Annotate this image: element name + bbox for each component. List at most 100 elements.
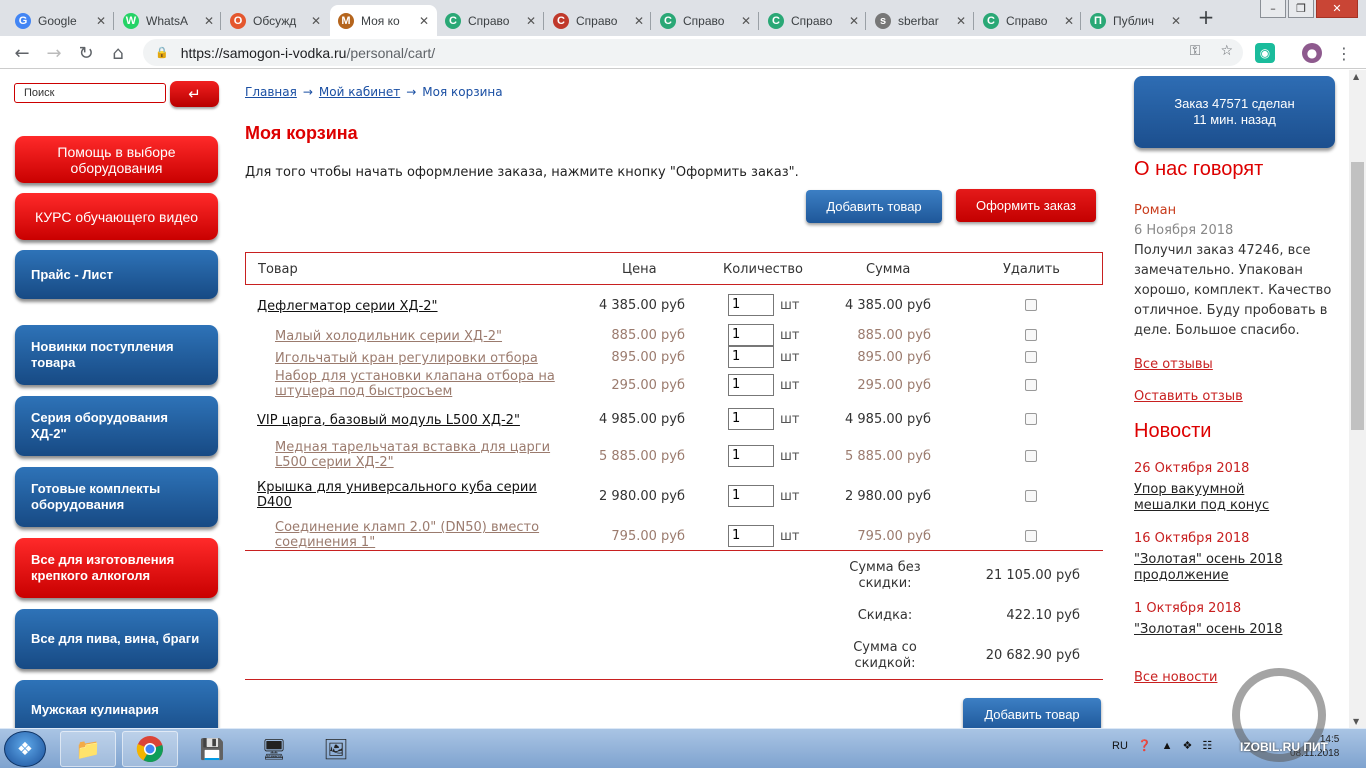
left-menu-item[interactable]: Готовые комплекты оборудования (15, 467, 218, 527)
new-tab-button[interactable]: + (1196, 7, 1216, 27)
help-icon[interactable]: ❓ (1138, 739, 1152, 752)
left-menu-item[interactable]: КУРС обучающего видео (15, 193, 218, 240)
tab-close-icon[interactable]: ✕ (419, 14, 429, 28)
scroll-down-arrow-icon[interactable]: ▼ (1353, 717, 1359, 726)
tab-close-icon[interactable]: ✕ (634, 14, 644, 28)
quantity-input[interactable]: 1 (728, 294, 774, 316)
quantity-input[interactable]: 1 (728, 346, 774, 368)
address-bar[interactable]: 🔒 https://samogon-i-vodka.ru/personal/ca… (143, 39, 1243, 66)
maximize-button[interactable]: ❐ (1288, 0, 1314, 18)
search-input[interactable]: Поиск (14, 83, 166, 103)
news-title-link[interactable]: Упор вакуумной мешалки под конус (1134, 482, 1284, 514)
cart-item-link[interactable]: Набор для установки клапана отбора на шт… (275, 369, 567, 399)
browser-tab[interactable]: W WhatsA ✕ (115, 5, 222, 36)
reviews-heading: О нас говорят (1134, 158, 1264, 180)
quantity-input[interactable]: 1 (728, 374, 774, 396)
browser-tab[interactable]: С Справо ✕ (437, 5, 544, 36)
browser-tab[interactable]: П Публич ✕ (1082, 5, 1189, 36)
tab-close-icon[interactable]: ✕ (956, 14, 966, 28)
delete-checkbox[interactable] (1025, 299, 1037, 311)
delete-checkbox[interactable] (1025, 351, 1037, 363)
page-scrollbar[interactable]: ▲ ▼ (1349, 70, 1366, 728)
left-menu-item[interactable]: Все для пива, вина, браги (15, 609, 218, 669)
save-app-taskbar-icon[interactable]: 💾 (184, 731, 240, 767)
cart-item-link[interactable]: Игольчатый кран регулировки отбора (275, 351, 567, 366)
tab-close-icon[interactable]: ✕ (741, 14, 751, 28)
browser-tab[interactable]: С Справо ✕ (652, 5, 759, 36)
home-icon[interactable]: ⌂ (106, 41, 130, 65)
chrome-taskbar-icon[interactable] (122, 731, 178, 767)
all-news-link[interactable]: Все новости (1134, 670, 1217, 685)
tab-close-icon[interactable]: ✕ (1064, 14, 1074, 28)
delete-checkbox[interactable] (1025, 379, 1037, 391)
dropbox-icon[interactable]: ❖ (1182, 739, 1192, 752)
tab-close-icon[interactable]: ✕ (849, 14, 859, 28)
tab-close-icon[interactable]: ✕ (1171, 14, 1181, 28)
search-submit-button[interactable]: ↵ (170, 81, 219, 107)
network-icon[interactable]: ☷ (1202, 739, 1212, 752)
menu-kebab-icon[interactable]: ⋮ (1334, 43, 1354, 63)
delete-checkbox[interactable] (1025, 490, 1037, 502)
browser-tab[interactable]: С Справо ✕ (760, 5, 867, 36)
delete-checkbox[interactable] (1025, 450, 1037, 462)
cart-item-link[interactable]: Крышка для универсального куба серии D40… (257, 480, 567, 510)
news-title-link[interactable]: "Золотая" осень 2018 (1134, 622, 1284, 638)
delete-checkbox[interactable] (1025, 329, 1037, 341)
close-window-button[interactable]: ✕ (1316, 0, 1358, 18)
start-button[interactable]: ❖ (4, 731, 46, 767)
language-indicator[interactable]: RU (1112, 740, 1128, 752)
browser-tab[interactable]: С Справо ✕ (975, 5, 1082, 36)
quantity-input[interactable]: 1 (728, 324, 774, 346)
checkout-button[interactable]: Оформить заказ (956, 189, 1096, 222)
explorer-taskbar-icon[interactable]: 📁 (60, 731, 116, 767)
left-menu-item[interactable]: Помощь в выборе оборудования (15, 136, 218, 183)
browser-tab[interactable]: G Google ✕ (7, 5, 114, 36)
cart-item-link[interactable]: VIP царга, базовый модуль L500 ХД-2" (257, 413, 567, 428)
all-reviews-link[interactable]: Все отзывы (1134, 357, 1213, 372)
add-product-button-bottom[interactable]: Добавить товар (963, 698, 1101, 728)
reload-icon[interactable]: ↻ (74, 41, 98, 65)
breadcrumb-home-link[interactable]: Главная (245, 85, 297, 99)
scroll-thumb[interactable] (1351, 162, 1364, 430)
left-menu-item[interactable]: Серия оборудования ХД-2" (15, 396, 218, 456)
leave-review-link[interactable]: Оставить отзыв (1134, 389, 1243, 404)
minimize-button[interactable]: – (1260, 0, 1286, 18)
browser-tab[interactable]: С Справо ✕ (545, 5, 652, 36)
tab-close-icon[interactable]: ✕ (96, 14, 106, 28)
key-icon[interactable]: ⚿ (1190, 43, 1201, 59)
tab-close-icon[interactable]: ✕ (526, 14, 536, 28)
back-button[interactable]: ← (10, 41, 34, 65)
scroll-up-arrow-icon[interactable]: ▲ (1353, 72, 1359, 81)
left-menu-item[interactable]: Все для изготовления крепкого алкоголя (15, 538, 218, 598)
left-menu-item[interactable]: Новинки поступления товара (15, 325, 218, 385)
browser-tab[interactable]: О Обсужд ✕ (222, 5, 329, 36)
browser-tab[interactable]: М Моя ко ✕ (330, 5, 437, 36)
quantity-input[interactable]: 1 (728, 408, 774, 430)
extension-icon[interactable]: ◉ (1255, 43, 1275, 63)
profile-avatar[interactable]: ● (1302, 43, 1322, 63)
delete-checkbox[interactable] (1025, 413, 1037, 425)
left-menu-item[interactable]: Мужская кулинария (15, 680, 218, 728)
tab-close-icon[interactable]: ✕ (311, 14, 321, 28)
browser-tab[interactable]: s sberbar ✕ (867, 5, 974, 36)
add-product-button[interactable]: Добавить товар (806, 190, 942, 223)
image-viewer-taskbar-icon[interactable]: 🖼 (308, 731, 364, 767)
left-menu-item[interactable]: Прайс - Лист (15, 250, 218, 299)
cart-item-link[interactable]: Соединение кламп 2.0" (DN50) вместо соед… (275, 520, 567, 550)
cart-item-link[interactable]: Дефлегматор серии ХД-2" (257, 299, 567, 314)
tab-close-icon[interactable]: ✕ (204, 14, 214, 28)
review-date: 6 Ноября 2018 (1134, 223, 1234, 238)
breadcrumb-cabinet-link[interactable]: Мой кабинет (319, 85, 400, 99)
forward-button[interactable]: → (42, 41, 66, 65)
tab-favicon-icon: С (983, 12, 999, 29)
bookmark-star-icon[interactable]: ☆ (1220, 43, 1233, 59)
control-panel-taskbar-icon[interactable]: 🖥 (246, 731, 302, 767)
quantity-input[interactable]: 1 (728, 445, 774, 467)
delete-checkbox[interactable] (1025, 530, 1037, 542)
cart-item-link[interactable]: Медная тарельчатая вставка для царги L50… (275, 440, 567, 470)
news-title-link[interactable]: "Золотая" осень 2018 продолжение (1134, 552, 1284, 584)
quantity-input[interactable]: 1 (728, 525, 774, 547)
tray-arrow-icon[interactable]: ▲ (1162, 740, 1173, 752)
quantity-input[interactable]: 1 (728, 485, 774, 507)
cart-item-link[interactable]: Малый холодильник серии ХД-2" (275, 329, 567, 344)
